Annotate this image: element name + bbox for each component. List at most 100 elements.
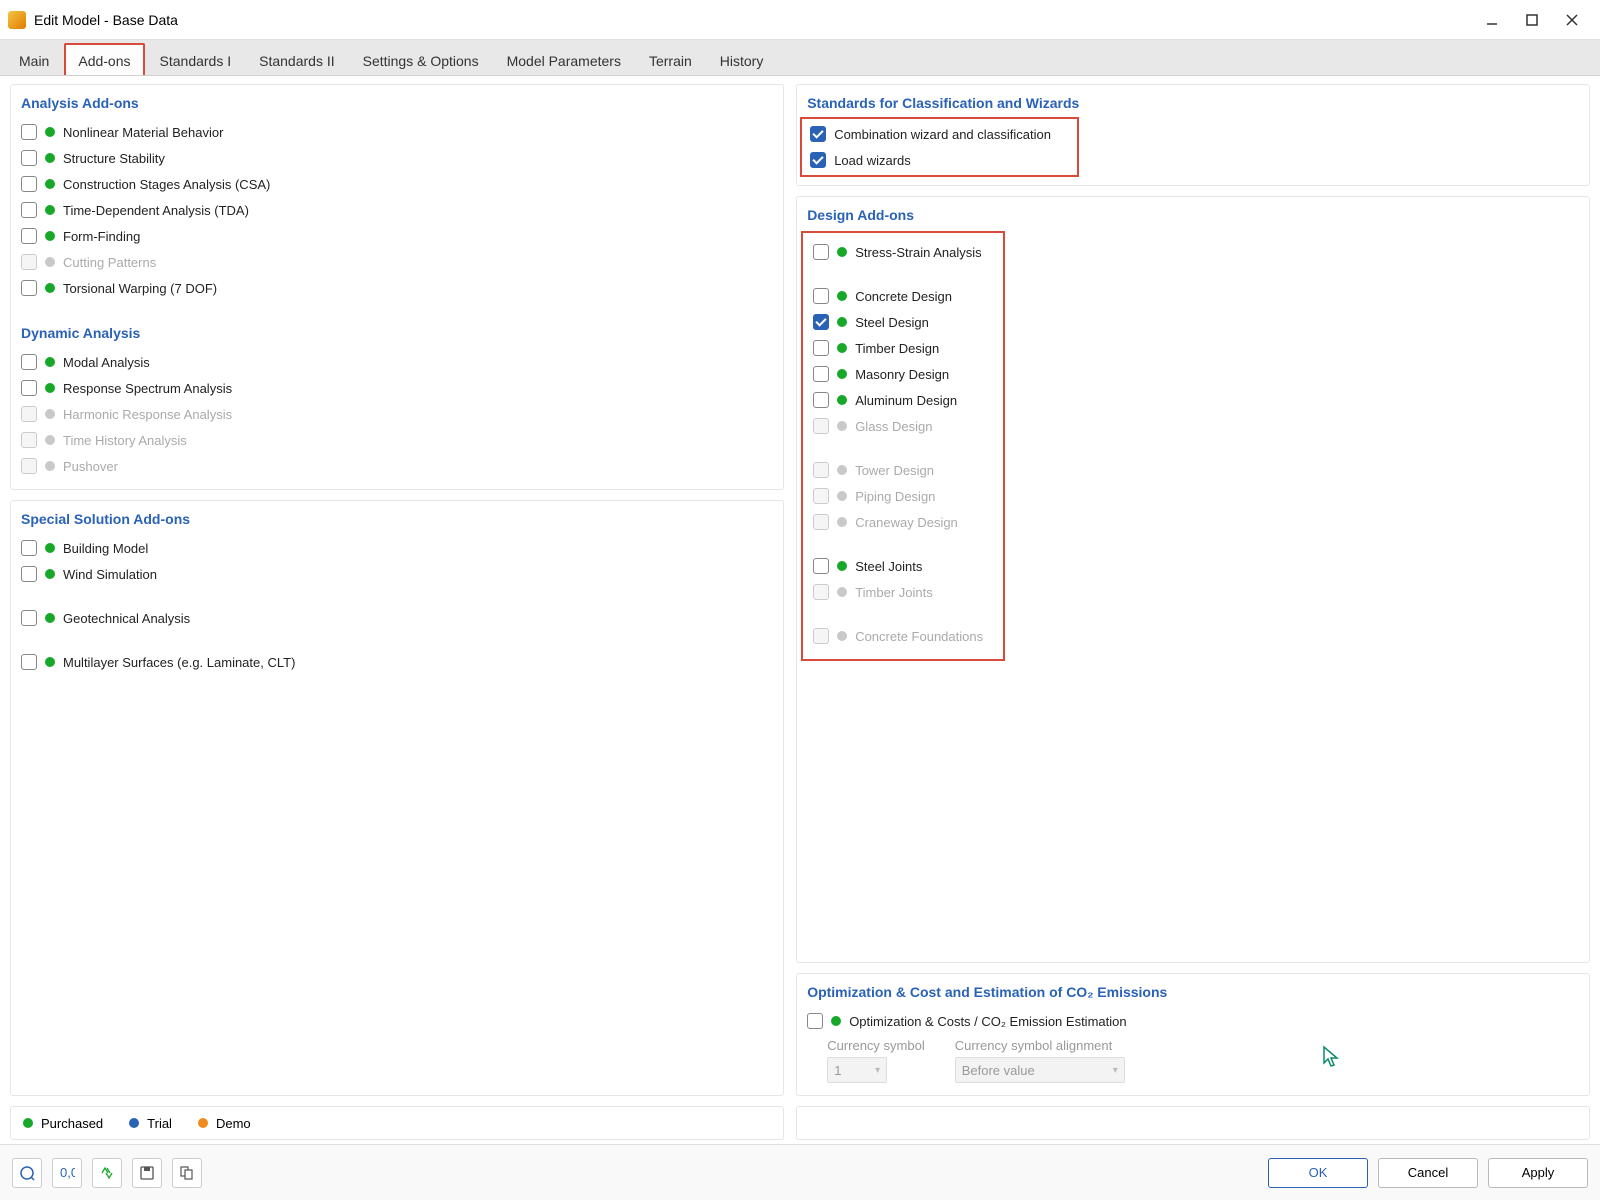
checkbox-timehistory [21,432,37,448]
cancel-button[interactable]: Cancel [1378,1158,1478,1188]
tab-addons[interactable]: Add-ons [64,43,144,75]
panel-standards: Standards for Classification and Wizards… [796,84,1590,186]
right-footer-panel [796,1106,1590,1140]
item-timber: Timber Design [811,335,995,361]
item-wind: Wind Simulation [19,561,775,587]
checkbox-steeljoints[interactable] [813,558,829,574]
status-dot [837,291,847,301]
checkbox-nonlinear[interactable] [21,124,37,140]
tab-history[interactable]: History [707,44,777,75]
checkbox-foundations [813,628,829,644]
app-icon [8,11,26,29]
item-masonry: Masonry Design [811,361,995,387]
item-stability: Structure Stability [19,145,775,171]
status-dot [837,517,847,527]
item-combo-wizard: Combination wizard and classification [808,121,1071,147]
item-concrete: Concrete Design [811,283,995,309]
status-dot [837,587,847,597]
checkbox-timber[interactable] [813,340,829,356]
panel-design: Design Add-ons Stress-Strain Analysis Co… [796,196,1590,963]
apply-button[interactable]: Apply [1488,1158,1588,1188]
item-timberjoints: Timber Joints [811,579,995,605]
item-steeljoints: Steel Joints [811,553,995,579]
checkbox-steel[interactable] [813,314,829,330]
item-torsional: Torsional Warping (7 DOF) [19,275,775,301]
checkbox-aluminum[interactable] [813,392,829,408]
checkbox-building[interactable] [21,540,37,556]
checkbox-formfinding[interactable] [21,228,37,244]
currency-symbol-select: 1▾ [827,1057,887,1083]
checkbox-geo[interactable] [21,610,37,626]
tool-help-icon[interactable] [12,1158,42,1188]
status-dot [45,231,55,241]
checkbox-craneway [813,514,829,530]
status-dot [837,369,847,379]
close-button[interactable] [1552,5,1592,35]
checkbox-stability[interactable] [21,150,37,166]
checkbox-response[interactable] [21,380,37,396]
checkbox-stress[interactable] [813,244,829,260]
tool-default-icon[interactable] [172,1158,202,1188]
status-dot [837,465,847,475]
status-dot [837,343,847,353]
currency-alignment-select: Before value▾ [955,1057,1125,1083]
item-aluminum: Aluminum Design [811,387,995,413]
checkbox-tda[interactable] [21,202,37,218]
item-response: Response Spectrum Analysis [19,375,775,401]
tab-model-parameters[interactable]: Model Parameters [494,44,634,75]
status-dot [837,421,847,431]
svg-text:0,00: 0,00 [60,1165,75,1180]
status-dot [45,205,55,215]
legend-dot-trial [129,1118,139,1128]
item-multilayer: Multilayer Surfaces (e.g. Laminate, CLT) [19,649,775,675]
tab-standards-1[interactable]: Standards I [147,44,245,75]
item-glass: Glass Design [811,413,995,439]
tab-terrain[interactable]: Terrain [636,44,705,75]
status-dot [45,153,55,163]
panel-title-design: Design Add-ons [805,203,1581,231]
tool-recycle-icon[interactable] [92,1158,122,1188]
checkbox-torsional[interactable] [21,280,37,296]
status-dot [45,435,55,445]
currency-alignment-label: Currency symbol alignment [955,1038,1125,1053]
tool-save-icon[interactable] [132,1158,162,1188]
status-dot [45,613,55,623]
titlebar: Edit Model - Base Data [0,0,1600,40]
checkbox-load-wizards[interactable] [810,152,826,168]
checkbox-multilayer[interactable] [21,654,37,670]
tab-main[interactable]: Main [6,44,62,75]
status-dot [837,247,847,257]
checkbox-combo-wizard[interactable] [810,126,826,142]
checkbox-modal[interactable] [21,354,37,370]
item-modal: Modal Analysis [19,349,775,375]
status-dot [837,395,847,405]
status-dot [45,461,55,471]
tabstrip: Main Add-ons Standards I Standards II Se… [0,40,1600,76]
panel-special: Special Solution Add-ons Building Model … [10,500,784,1096]
checkbox-harmonic [21,406,37,422]
status-dot [45,357,55,367]
checkbox-csa[interactable] [21,176,37,192]
tab-standards-2[interactable]: Standards II [246,44,348,75]
item-stress: Stress-Strain Analysis [811,239,995,265]
minimize-button[interactable] [1472,5,1512,35]
checkbox-wind[interactable] [21,566,37,582]
checkbox-masonry[interactable] [813,366,829,382]
panel-title-standards: Standards for Classification and Wizards [805,91,1581,119]
item-load-wizards: Load wizards [808,147,1071,173]
checkbox-optimization[interactable] [807,1013,823,1029]
panel-title-optimization: Optimization & Cost and Estimation of CO… [805,980,1581,1008]
item-tda: Time-Dependent Analysis (TDA) [19,197,775,223]
status-dot [45,283,55,293]
status-dot [45,179,55,189]
item-pushover: Pushover [19,453,775,479]
tab-settings[interactable]: Settings & Options [350,44,492,75]
tool-units-icon[interactable]: 0,00 [52,1158,82,1188]
item-tower: Tower Design [811,457,995,483]
maximize-button[interactable] [1512,5,1552,35]
panel-title-dynamic: Dynamic Analysis [19,321,775,349]
checkbox-concrete[interactable] [813,288,829,304]
window-title: Edit Model - Base Data [34,12,1472,28]
status-dot [45,569,55,579]
ok-button[interactable]: OK [1268,1158,1368,1188]
